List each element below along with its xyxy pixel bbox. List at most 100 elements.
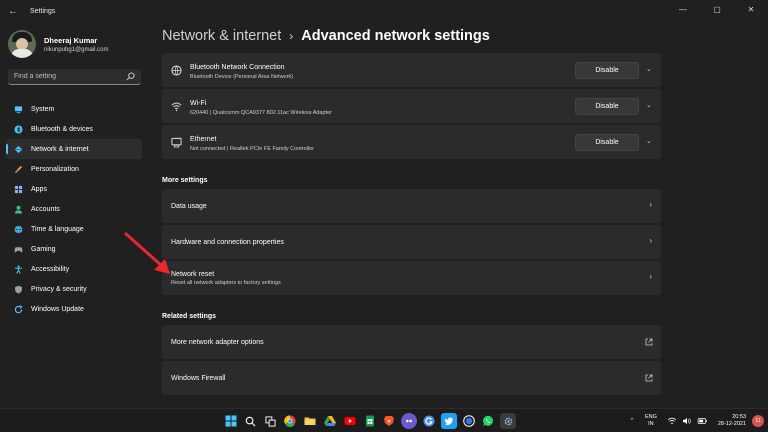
breadcrumb: Network & internet › Advanced network sett… xyxy=(162,28,490,44)
quick-settings[interactable] xyxy=(667,417,708,425)
file-explorer-icon[interactable] xyxy=(302,413,318,429)
back-arrow-icon[interactable]: ← xyxy=(6,6,20,17)
shield-icon xyxy=(15,285,22,294)
whatsapp-icon[interactable] xyxy=(480,413,496,429)
sidebar-item-bluetooth[interactable]: Bluetooth & devices xyxy=(6,119,142,139)
adapter-card-ethernet[interactable]: Ethernet Not connected | Realtek PCIe FE… xyxy=(162,125,661,159)
close-button[interactable]: ✕ xyxy=(734,0,768,18)
brush-icon xyxy=(14,165,23,173)
sidebar-item-label: System xyxy=(31,105,55,113)
network-reset-item[interactable]: Network reset Reset all network adapters… xyxy=(162,261,661,295)
adapter-card-bluetooth[interactable]: Bluetooth Network Connection Bluetooth D… xyxy=(162,53,661,87)
person-icon xyxy=(14,205,23,214)
search-box[interactable] xyxy=(8,69,141,85)
clock[interactable]: 20:53 28-12-2021 xyxy=(718,414,746,428)
sidebar-item-label: Accounts xyxy=(31,205,60,213)
chevron-right-icon: › xyxy=(649,272,652,281)
disable-button[interactable]: Disable xyxy=(575,62,639,79)
clock-time: 20:53 xyxy=(732,414,746,420)
apps-icon xyxy=(14,185,23,193)
language-indicator[interactable]: ENG IN xyxy=(645,414,657,428)
sidebar-item-privacy[interactable]: Privacy & security xyxy=(6,279,142,299)
adapter-name: Wi-Fi xyxy=(190,100,207,107)
sidebar-item-label: Gaming xyxy=(31,245,56,253)
sidebar-item-windows-update[interactable]: Windows Update xyxy=(6,299,142,319)
adapter-description: Not connected | Realtek PCIe FE Family C… xyxy=(190,146,315,152)
avatar xyxy=(8,30,36,58)
windows-firewall-item[interactable]: Windows Firewall xyxy=(162,361,661,395)
update-icon xyxy=(14,304,23,313)
chevron-up-icon[interactable]: ⌃ xyxy=(629,417,635,425)
breadcrumb-parent[interactable]: Network & internet xyxy=(162,28,281,44)
task-view-icon[interactable] xyxy=(263,413,279,429)
adapter-card-wifi[interactable]: Wi-Fi 620440 | Qualcomm QCA9377 802.11ac… xyxy=(162,89,661,123)
search-icon[interactable] xyxy=(126,72,135,81)
disable-button[interactable]: Disable xyxy=(575,98,639,115)
bluetooth-network-icon xyxy=(171,65,182,76)
window-controls: — ▢ ✕ xyxy=(666,0,768,18)
item-description: Reset all network adapters to factory se… xyxy=(171,280,281,286)
windows-start-icon[interactable] xyxy=(223,413,239,429)
wifi-icon xyxy=(171,102,182,112)
taskbar-apps xyxy=(223,413,520,429)
item-title: Data usage xyxy=(171,203,207,210)
chevron-down-icon[interactable]: ⌄ xyxy=(646,137,652,145)
sidebar-item-personalization[interactable]: Personalization xyxy=(6,159,142,179)
bob-icon[interactable] xyxy=(401,413,418,429)
minimize-button[interactable]: — xyxy=(666,0,700,18)
ethernet-icon xyxy=(171,137,182,148)
chevron-right-icon: › xyxy=(649,236,652,245)
sidebar-item-label: Apps xyxy=(31,185,47,193)
sidebar-item-apps[interactable]: Apps xyxy=(6,179,142,199)
adapter-description: Bluetooth Device (Personal Area Network) xyxy=(190,74,294,80)
sidebar-item-label: Accessibility xyxy=(31,265,70,273)
hardware-properties-item[interactable]: Hardware and connection properties › xyxy=(162,225,661,259)
youtube-icon[interactable] xyxy=(342,413,358,429)
clock-date: 28-12-2021 xyxy=(717,421,746,427)
search-icon[interactable] xyxy=(243,413,259,429)
disable-button[interactable]: Disable xyxy=(575,134,639,151)
wifi-icon xyxy=(667,417,677,425)
chevron-down-icon[interactable]: ⌄ xyxy=(646,65,652,73)
external-link-icon xyxy=(645,374,653,382)
bluetooth-icon xyxy=(14,124,23,134)
sidebar-item-label: Windows Update xyxy=(31,305,84,313)
sidebar-item-label: Personalization xyxy=(31,165,79,173)
chrome-icon[interactable] xyxy=(282,413,298,429)
signal-icon[interactable] xyxy=(461,413,477,429)
item-title: Windows Firewall xyxy=(171,375,226,382)
search-input[interactable] xyxy=(14,73,124,80)
brave-icon[interactable] xyxy=(381,413,397,429)
adapter-name: Ethernet xyxy=(190,136,217,143)
data-usage-item[interactable]: Data usage › xyxy=(162,189,661,223)
notification-badge[interactable]: 11 xyxy=(752,415,764,427)
gamepad-icon xyxy=(14,246,23,252)
breadcrumb-separator: › xyxy=(289,29,294,43)
sidebar-item-accounts[interactable]: Accounts xyxy=(6,199,142,219)
taskbar: ⌃ ENG IN 20:53 28-12-2021 11 xyxy=(0,408,768,432)
volume-icon xyxy=(682,417,691,425)
user-profile[interactable]: Dheeraj Kumar nikunpubg1@gmail.com xyxy=(8,30,108,58)
section-label-related-settings: Related settings xyxy=(162,313,217,320)
settings-icon[interactable] xyxy=(500,413,517,429)
chevron-down-icon[interactable]: ⌄ xyxy=(646,101,652,109)
window-title: Settings xyxy=(30,7,56,15)
grammarly-icon[interactable] xyxy=(421,413,437,429)
adapter-name: Bluetooth Network Connection xyxy=(190,64,285,71)
system-tray: ⌃ ENG IN 20:53 28-12-2021 11 xyxy=(629,409,768,432)
sheets-icon[interactable] xyxy=(362,413,378,429)
sidebar-item-label: Bluetooth & devices xyxy=(31,125,93,133)
page-title: Advanced network settings xyxy=(301,28,490,44)
google-drive-icon[interactable] xyxy=(322,413,338,429)
globe-icon xyxy=(14,224,23,234)
maximize-button[interactable]: ▢ xyxy=(700,0,734,18)
adapter-options-item[interactable]: More network adapter options xyxy=(162,325,661,359)
sidebar-item-label: Privacy & security xyxy=(31,285,87,293)
sidebar-item-network[interactable]: Network & internet xyxy=(6,139,142,159)
sidebar: Dheeraj Kumar nikunpubg1@gmail.com Syste… xyxy=(0,22,150,408)
twitter-icon[interactable] xyxy=(440,413,457,429)
section-label-more-settings: More settings xyxy=(162,177,208,184)
monitor-icon xyxy=(14,105,23,113)
sidebar-item-system[interactable]: System xyxy=(6,99,142,119)
wifi-diamond-icon xyxy=(14,145,23,153)
